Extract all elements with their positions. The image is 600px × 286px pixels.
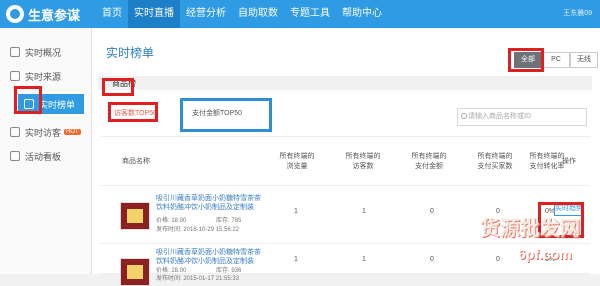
sidebar-item-visitors[interactable]: 实时访客 HOT (10, 122, 81, 142)
header-product-name: 商品名称 (122, 158, 150, 165)
sidebar-item-overview[interactable]: 实时概况 (10, 42, 61, 62)
highlight-payment-tab (180, 98, 272, 132)
header-pay-amount: 所有终端的 支付金额 (411, 153, 447, 170)
sidebar-item-source[interactable]: 实时来源 (10, 66, 61, 86)
board-icon (10, 151, 20, 161)
hot-badge: HOT (64, 129, 81, 135)
search-placeholder: 请输入商品名称或ID (468, 113, 531, 120)
row-pay-amount: 0 (430, 208, 434, 215)
product-stock: 库存: 785 (216, 218, 242, 224)
sidebar-item-label: 实时榜单 (39, 99, 76, 110)
row-views: 1 (294, 256, 298, 263)
route-icon (10, 71, 20, 81)
sidebar-item-activity-board[interactable]: 活动看板 (10, 146, 61, 166)
mobile-button[interactable]: 无线 (570, 52, 598, 68)
clock-icon (10, 47, 20, 57)
sidebar-item-label: 活动看板 (25, 151, 62, 162)
main-navigation: 首页 实时直播 经营分析 自助取数 专题工具 帮助中心 (96, 0, 388, 28)
row-pay-amount: 0 (430, 256, 434, 263)
product-image (120, 202, 150, 230)
app-logo[interactable]: 生意参谋 (6, 4, 80, 24)
row-buyers: 0 (496, 256, 500, 263)
highlight-visitor-tab (108, 102, 158, 122)
product-image (120, 258, 150, 286)
pc-button[interactable]: PC (542, 52, 570, 68)
page-title: 实时榜单 (106, 46, 155, 60)
nav-item-home[interactable]: 首页 (96, 0, 128, 28)
nav-item-tools[interactable]: 专题工具 (284, 0, 336, 28)
user-name[interactable]: 王东晨09 (563, 8, 592, 18)
highlight-ranking-menu (14, 86, 42, 114)
highlight-device-filter (508, 48, 544, 72)
sidebar-item-label: 实时访客 (25, 127, 62, 138)
sidebar-item-label: 实时概况 (25, 47, 62, 58)
top-navigation-bar: 生意参谋 首页 实时直播 经营分析 自助取数 专题工具 帮助中心 王东晨09 (0, 0, 600, 28)
product-search-input[interactable]: 请输入商品名称或ID (457, 108, 587, 126)
header-buyers: 所有终端的 支付买家数 (477, 153, 513, 170)
nav-item-help[interactable]: 帮助中心 (336, 0, 388, 28)
nav-item-live[interactable]: 实时直播 (128, 0, 180, 28)
nav-item-data-fetch[interactable]: 自助取数 (232, 0, 284, 28)
watermark-url: 6pf.com (518, 246, 572, 262)
header-action: 操作 (562, 158, 576, 165)
user-icon (10, 127, 20, 137)
product-published-time: 发布时间: 2016-10-29 15:56:22 (156, 227, 240, 233)
table-row: 吸引川藏香草奶面小奶糖特雪茶茶饮料奶酪冲饮小奶制品及定制装 价格: 28.00 … (100, 244, 590, 286)
row-visitors: 1 (362, 256, 366, 263)
table-header: 商品名称 所有终端的 浏览量 所有终端的 访客数 所有终端的 支付金额 所有终端… (100, 136, 590, 186)
app-logo-text: 生意参谋 (28, 7, 81, 23)
highlight-product-list-title (102, 78, 134, 96)
product-title-link[interactable]: 吸引川藏香草奶面小奶糖特雪茶茶饮料奶酪冲饮小奶制品及定制装 (156, 248, 266, 266)
section-header: 商品榜 (98, 76, 592, 90)
watermark-text: 货源批发网 (480, 218, 580, 240)
product-published-time: 发布时间: 2015-01-17 21:55:33 (156, 276, 240, 282)
sidebar: 实时概况 实时来源 实时榜单 实时访客 HOT 活动看板 (0, 28, 92, 274)
logo-icon (6, 5, 24, 23)
sidebar-item-label: 实时来源 (25, 71, 62, 82)
nav-item-business-analysis[interactable]: 经营分析 (180, 0, 232, 28)
product-price: 价格: 18.00 (156, 218, 187, 224)
header-visitors: 所有终端的 访客数 (345, 153, 381, 170)
row-views: 1 (294, 208, 298, 215)
product-title-link[interactable]: 吸引川藏香草奶面小奶糖特雪茶茶饮料奶酪冲饮小奶制品及定制装 (156, 194, 266, 212)
search-icon (461, 113, 467, 119)
row-visitors: 1 (362, 208, 366, 215)
header-views: 所有终端的 浏览量 (279, 153, 315, 170)
